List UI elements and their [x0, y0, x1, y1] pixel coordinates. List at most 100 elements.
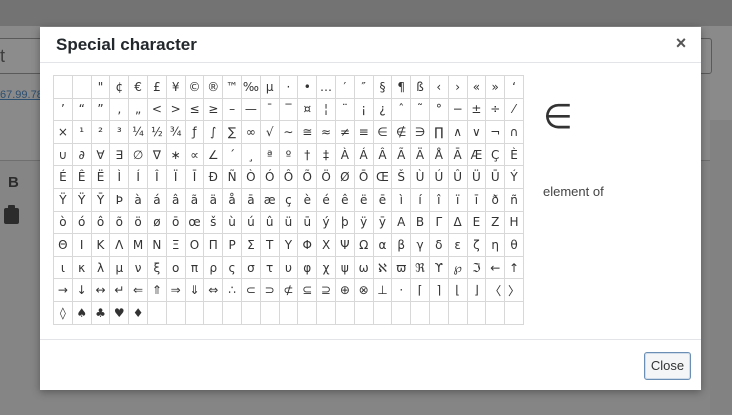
character-cell[interactable]: ♣ [90, 300, 111, 325]
character-cell[interactable]: ℘ [447, 255, 468, 280]
character-cell[interactable]: × [53, 120, 73, 144]
character-cell[interactable]: ≅ [297, 120, 318, 144]
character-cell[interactable]: ‹ [428, 75, 449, 99]
character-cell[interactable]: Χ [316, 233, 336, 257]
character-cell[interactable]: Æ [466, 142, 487, 167]
character-cell[interactable]: Š [391, 165, 412, 189]
character-cell[interactable]: ¯ [259, 97, 280, 122]
character-cell[interactable]: Τ [259, 233, 280, 257]
character-cell[interactable]: Υ [278, 233, 299, 257]
character-cell[interactable]: Ù [410, 165, 430, 189]
character-cell[interactable]: Ξ [165, 233, 186, 257]
character-cell[interactable]: ↑ [504, 255, 524, 280]
character-cell[interactable]: É [53, 165, 73, 189]
character-cell[interactable]: Â [372, 142, 393, 167]
character-cell[interactable]: ∋ [410, 120, 430, 144]
character-cell[interactable]: " [90, 75, 111, 99]
character-cell[interactable]: Ν [146, 233, 167, 257]
close-button[interactable]: Close [644, 352, 691, 380]
character-cell[interactable]: ¨ [334, 97, 355, 122]
character-cell[interactable]: ó [71, 210, 92, 235]
character-cell[interactable]: χ [316, 255, 336, 280]
character-cell[interactable]: ⌊ [447, 278, 468, 302]
character-cell[interactable]: ç [278, 187, 299, 212]
character-cell[interactable]: ñ [504, 187, 524, 212]
character-cell[interactable]: ϒ [428, 255, 449, 280]
character-cell[interactable]: ∧ [447, 120, 468, 144]
character-cell[interactable]: ð [485, 187, 506, 212]
character-cell[interactable]: ζ [466, 233, 487, 257]
character-cell[interactable]: õ [109, 210, 130, 235]
character-cell[interactable]: ⊗ [353, 278, 374, 302]
character-cell[interactable]: φ [297, 255, 318, 280]
character-cell[interactable]: š [203, 210, 224, 235]
character-cell[interactable]: ™ [222, 75, 242, 99]
character-cell[interactable]: ≥ [203, 97, 224, 122]
character-cell[interactable]: ∞ [240, 120, 261, 144]
character-cell[interactable]: „ [128, 97, 148, 122]
character-cell[interactable]: Ε [466, 210, 487, 235]
character-cell[interactable]: ‘ [504, 75, 524, 99]
character-cell[interactable]: ∝ [184, 142, 205, 167]
character-cell[interactable]: ς [222, 255, 242, 280]
character-cell[interactable]: Ô [278, 165, 299, 189]
character-cell[interactable]: â [165, 187, 186, 212]
character-cell[interactable]: ï [447, 187, 468, 212]
character-cell[interactable]: ν [128, 255, 148, 280]
character-cell[interactable]: ∠ [203, 142, 224, 167]
character-cell[interactable]: ã [184, 187, 205, 212]
character-cell[interactable]: ⌉ [428, 278, 449, 302]
character-cell[interactable]: Ê [71, 165, 92, 189]
character-cell[interactable]: · [278, 75, 299, 99]
character-cell[interactable]: ´ [222, 142, 242, 167]
character-cell[interactable]: Ì [109, 165, 130, 189]
character-cell[interactable]: • [297, 75, 318, 99]
character-cell[interactable]: œ [184, 210, 205, 235]
character-cell[interactable]: Œ [372, 165, 393, 189]
character-cell[interactable]: ² [90, 120, 111, 144]
character-cell[interactable]: ⇒ [165, 278, 186, 302]
character-cell[interactable]: À [334, 142, 355, 167]
character-cell[interactable]: ∈ [372, 120, 393, 144]
character-cell[interactable]: ∅ [128, 142, 148, 167]
character-cell[interactable]: ¦ [316, 97, 336, 122]
character-cell[interactable]: Ï [165, 165, 186, 189]
character-cell[interactable]: κ [71, 255, 92, 280]
character-cell[interactable]: ī [466, 187, 487, 212]
character-cell[interactable]: ℑ [466, 255, 487, 280]
character-cell[interactable]: ∀ [90, 142, 111, 167]
character-cell[interactable]: ý [316, 210, 336, 235]
character-cell[interactable]: Α [391, 210, 412, 235]
character-cell[interactable]: > [165, 97, 186, 122]
character-cell[interactable]: … [316, 75, 336, 99]
character-cell[interactable]: ↵ [109, 278, 130, 302]
character-cell[interactable]: Ø [334, 165, 355, 189]
character-cell[interactable]: è [297, 187, 318, 212]
character-cell[interactable]: Ō [353, 165, 374, 189]
character-cell[interactable]: ® [203, 75, 224, 99]
character-cell[interactable]: ⇓ [184, 278, 205, 302]
character-cell[interactable]: ∗ [165, 142, 186, 167]
character-cell[interactable]: Ω [353, 233, 374, 257]
character-cell[interactable]: ô [90, 210, 111, 235]
character-cell[interactable]: Γ [428, 210, 449, 235]
character-cell[interactable]: τ [259, 255, 280, 280]
character-cell[interactable]: ≈ [316, 120, 336, 144]
character-cell[interactable]: ‚ [109, 97, 130, 122]
character-cell[interactable]: ì [391, 187, 412, 212]
character-cell[interactable]: ♥ [109, 300, 130, 325]
character-cell[interactable]: ⋅ [391, 278, 412, 302]
character-cell[interactable]: æ [259, 187, 280, 212]
character-cell[interactable]: Þ [109, 187, 130, 212]
character-cell[interactable]: → [53, 278, 73, 302]
character-cell[interactable]: Φ [297, 233, 318, 257]
character-cell[interactable]: ⊇ [316, 278, 336, 302]
character-cell[interactable]: ∃ [109, 142, 130, 167]
character-cell[interactable]: √ [259, 120, 280, 144]
character-cell[interactable]: í [410, 187, 430, 212]
character-cell[interactable]: ¤ [297, 97, 318, 122]
character-cell[interactable]: Õ [297, 165, 318, 189]
character-cell[interactable]: ± [466, 97, 487, 122]
character-cell[interactable]: Ȳ [90, 187, 111, 212]
character-cell[interactable]: á [146, 187, 167, 212]
